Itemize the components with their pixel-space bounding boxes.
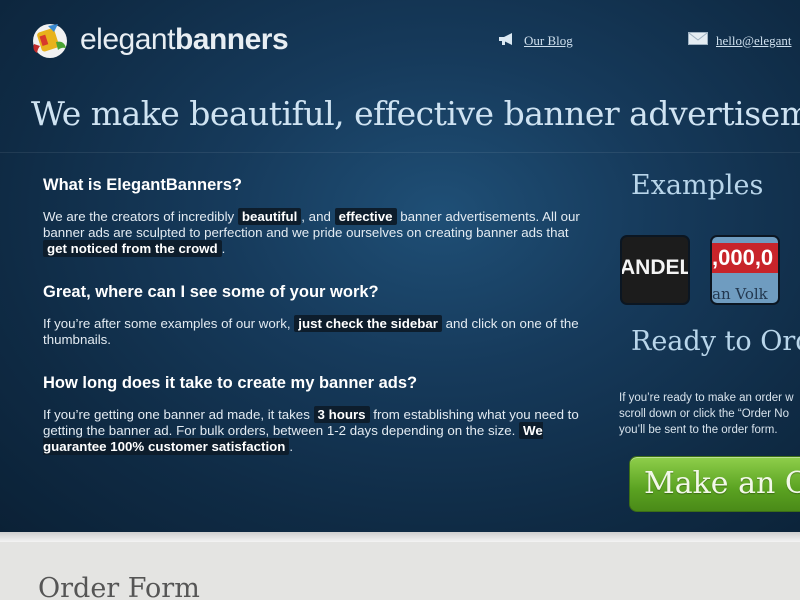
body-text: We are the creators of incredibly xyxy=(43,209,238,224)
ready-to-order-title: Ready to Ord xyxy=(631,326,800,357)
page-headline: We make beautiful, effective banner adve… xyxy=(31,94,800,133)
faq-title: How long does it take to create my banne… xyxy=(43,374,418,392)
paint-bucket-logo-icon xyxy=(28,20,72,60)
thumbnail-1-text: ANDEL xyxy=(620,256,690,279)
faq-title: Great, where can I see some of your work… xyxy=(43,283,379,301)
envelope-icon xyxy=(688,32,708,49)
body-text: , and xyxy=(301,209,335,224)
ready-line: scroll down or click the “Order No xyxy=(619,408,789,420)
highlighted-text: just check the sidebar xyxy=(294,315,442,332)
blog-link[interactable]: Our Blog xyxy=(524,33,573,49)
faq-body: If you’re after some examples of our wor… xyxy=(43,315,583,348)
faq-body: We are the creators of incredibly beauti… xyxy=(43,208,583,257)
body-text: . xyxy=(289,439,294,454)
headline-divider xyxy=(0,152,800,153)
thumbnail-2-text-bottom: an Volk xyxy=(712,285,768,303)
order-button-label: Make an Or xyxy=(644,466,800,501)
faq-body: If you’re getting one banner ad made, it… xyxy=(43,406,583,455)
thumbnail-2-text-top: ,000,0 xyxy=(712,245,774,270)
body-text: If you’re getting one banner ad made, it… xyxy=(43,407,314,422)
ready-line: you’ll be sent to the order form. xyxy=(619,424,778,436)
ready-to-order-text: If you’re ready to make an order w scrol… xyxy=(619,390,800,438)
nav-blog[interactable]: Our Blog xyxy=(498,32,573,50)
body-text: . xyxy=(221,241,226,256)
make-an-order-button[interactable]: Make an Or xyxy=(629,456,800,512)
nav-email[interactable]: hello@elegant xyxy=(688,32,792,49)
brand-name-bold: banners xyxy=(174,23,289,56)
main-content: What is ElegantBanners? We are the creat… xyxy=(43,176,583,481)
order-form-title: Order Form xyxy=(38,573,200,600)
section-divider xyxy=(0,532,800,542)
faq-section: Great, where can I see some of your work… xyxy=(43,283,583,348)
brand-name: elegantbanners xyxy=(80,23,289,57)
megaphone-icon xyxy=(498,32,516,50)
body-text: If you’re after some examples of our wor… xyxy=(43,316,295,331)
highlighted-text: 3 hours xyxy=(313,406,370,423)
email-link[interactable]: hello@elegant xyxy=(716,33,792,49)
example-thumbnail-1[interactable]: ANDEL xyxy=(620,235,690,305)
logo[interactable]: elegantbanners xyxy=(28,20,289,60)
example-thumbnail-2[interactable]: ,000,0 an Volk xyxy=(710,235,780,305)
faq-section: What is ElegantBanners? We are the creat… xyxy=(43,176,583,257)
brand-name-light: elegant xyxy=(80,23,175,56)
examples-title: Examples xyxy=(631,170,764,201)
ready-line: If you’re ready to make an order w xyxy=(619,392,794,404)
faq-title: What is ElegantBanners? xyxy=(43,176,242,194)
hero-section: elegantbanners Our Blog hello@elegant We… xyxy=(0,0,800,532)
faq-section: How long does it take to create my banne… xyxy=(43,374,583,455)
highlighted-text: beautiful xyxy=(237,208,302,225)
highlighted-text: get noticed from the crowd xyxy=(43,240,222,257)
highlighted-text: effective xyxy=(334,208,397,225)
